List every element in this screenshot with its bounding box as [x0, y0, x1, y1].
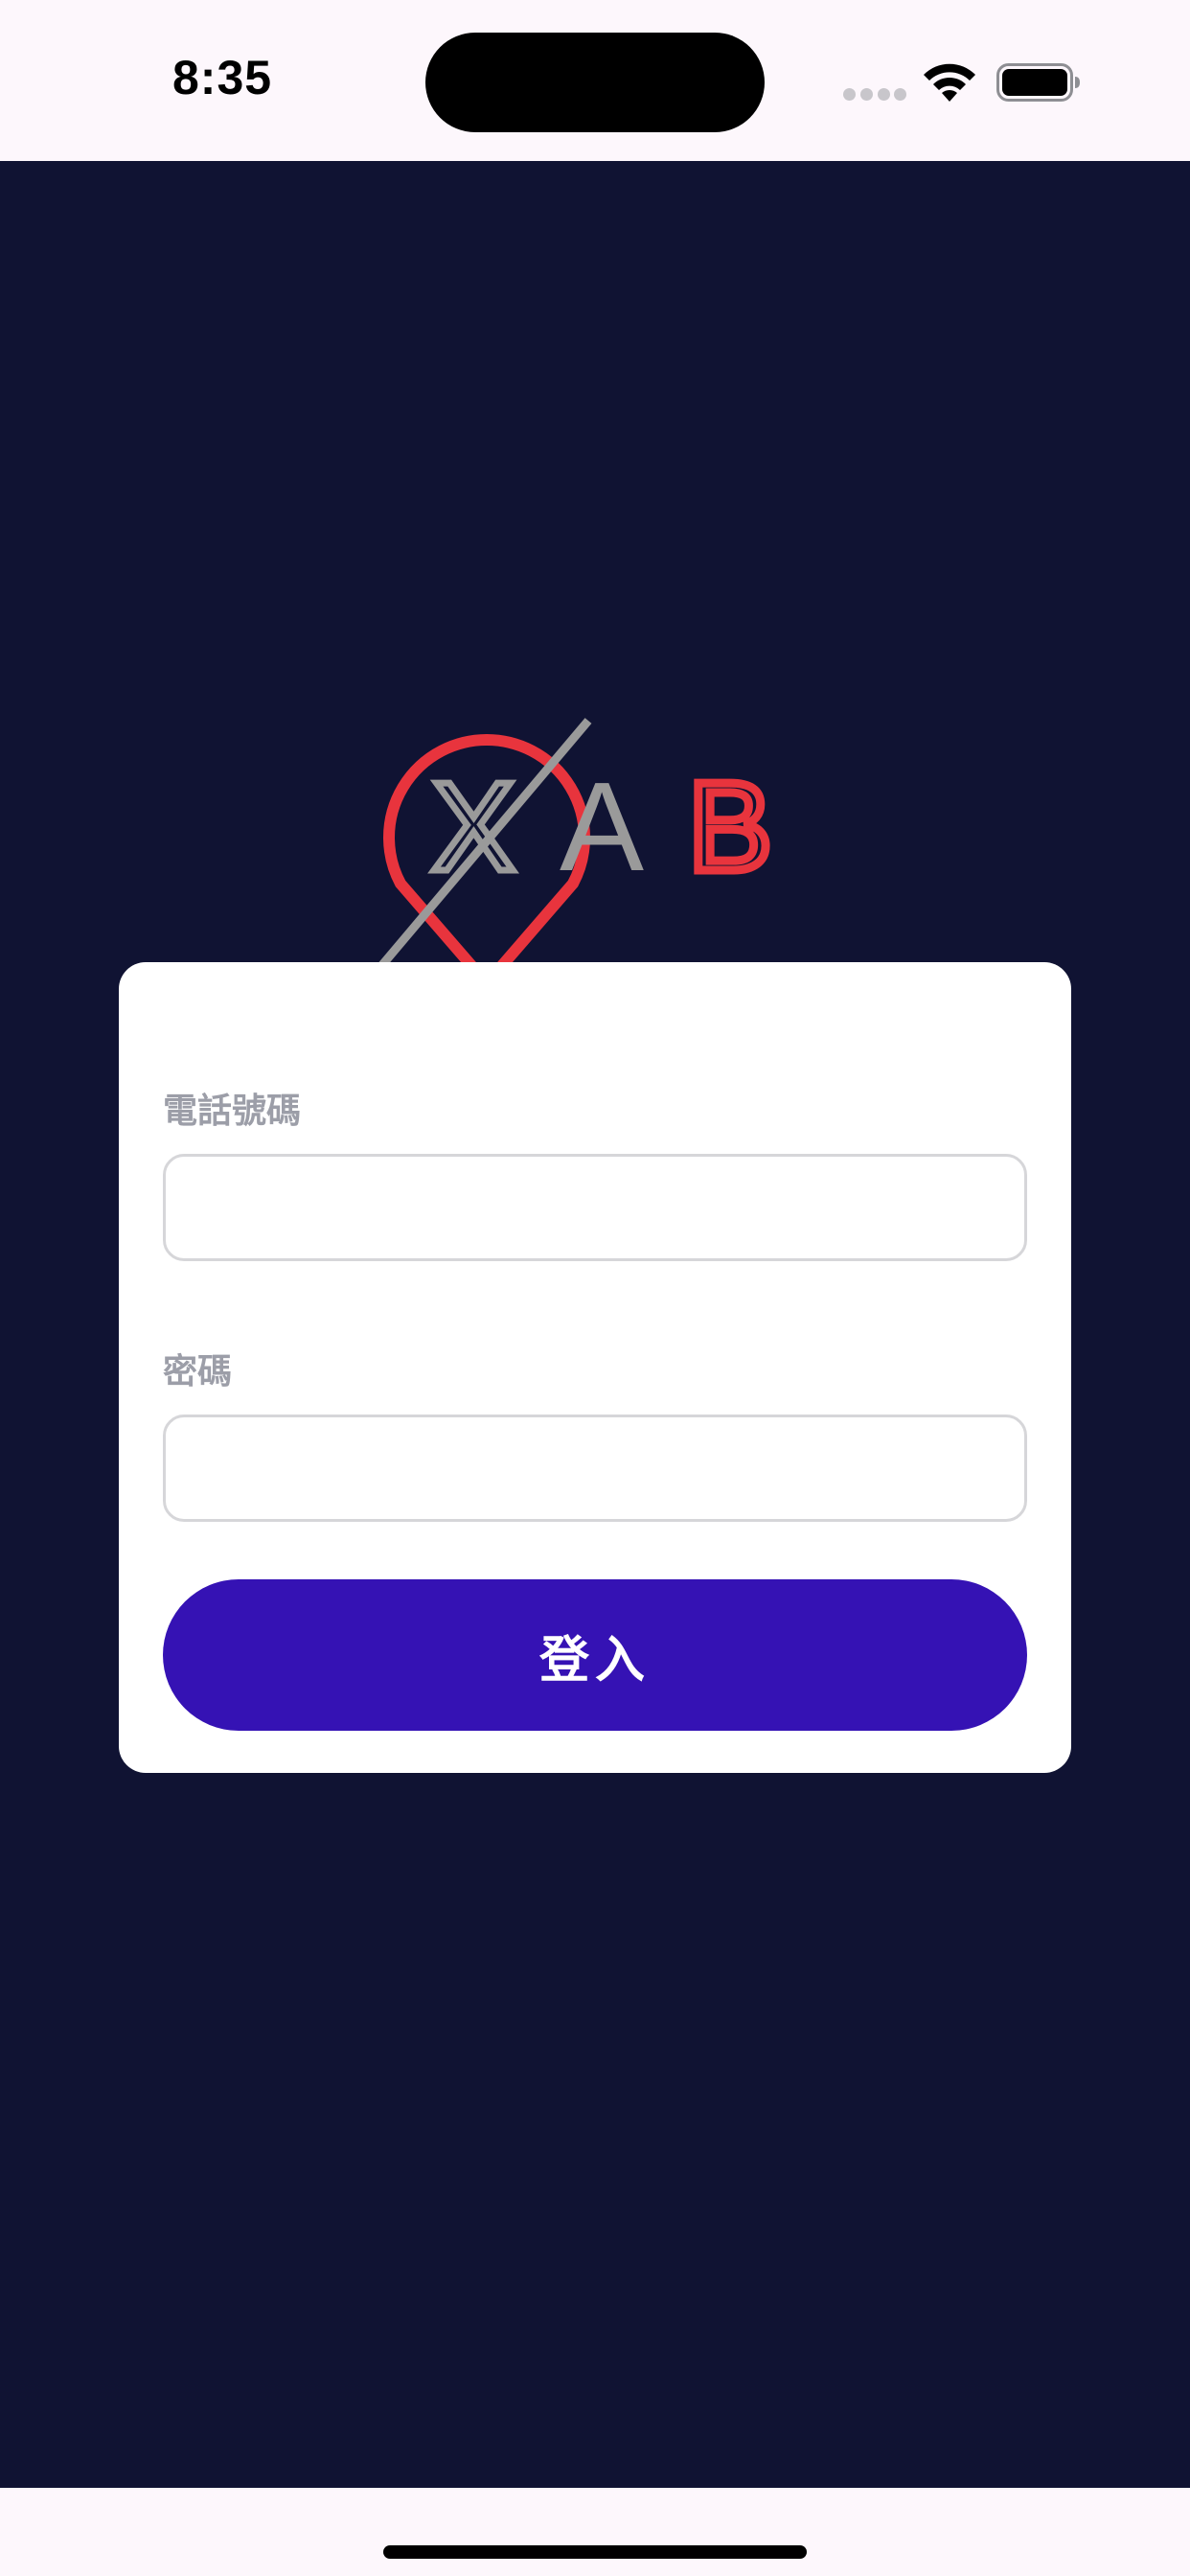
status-time: 8:35 — [172, 51, 273, 104]
login-button[interactable]: 登入 — [163, 1579, 1027, 1731]
login-screen: 8:35 X A B 電話號碼 密碼 登入 — [0, 0, 1190, 2576]
dynamic-island — [425, 33, 765, 132]
login-card: 電話號碼 密碼 登入 — [119, 962, 1071, 1773]
cellular-signal-icon — [843, 88, 906, 102]
app-logo: X A B — [378, 718, 777, 989]
phone-input[interactable] — [163, 1154, 1027, 1261]
battery-icon — [996, 63, 1080, 102]
home-indicator[interactable] — [383, 2545, 807, 2559]
password-label: 密碼 — [163, 1352, 233, 1392]
logo-letter-x: X — [431, 756, 515, 897]
phone-label: 電話號碼 — [163, 1092, 302, 1131]
status-bar: 8:35 — [0, 0, 1190, 161]
logo-letter-b: B — [688, 756, 772, 897]
password-input[interactable] — [163, 1414, 1027, 1522]
wifi-icon — [924, 63, 975, 102]
home-indicator-area — [0, 2488, 1190, 2576]
logo-letter-a: A — [560, 756, 644, 897]
